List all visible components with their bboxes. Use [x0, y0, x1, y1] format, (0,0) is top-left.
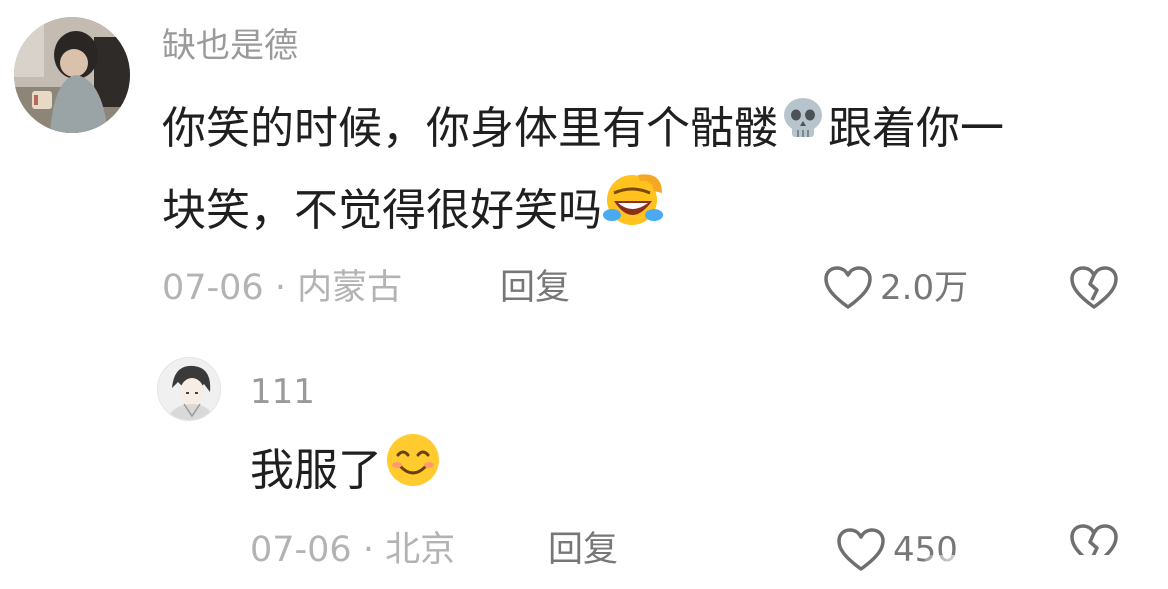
- comment-text-part: 你笑的时候，你身体里有个骷髅: [162, 103, 778, 154]
- rolling-laughing-icon: [602, 171, 666, 249]
- reply-username[interactable]: 111: [250, 372, 315, 412]
- comment-username[interactable]: 缺也是德: [162, 26, 298, 66]
- watermark-overlay: [925, 555, 1165, 585]
- avatar-anime-icon: [158, 358, 220, 420]
- reply-meta: 07-06 · 北京: [250, 530, 455, 570]
- smiling-face-icon: [382, 431, 444, 509]
- comment-meta: 07-06 · 内蒙古: [162, 268, 402, 308]
- comment-location: 内蒙古: [297, 268, 403, 308]
- comment-text-line2: 块笑，不觉得很好笑吗: [162, 174, 666, 252]
- reply-button[interactable]: 回复: [500, 268, 570, 308]
- comment-date: 07-06: [162, 268, 264, 308]
- avatar[interactable]: [14, 17, 130, 133]
- reply-date: 07-06: [250, 530, 352, 570]
- reply-reply-button[interactable]: 回复: [548, 530, 618, 570]
- reply-avatar[interactable]: [157, 357, 221, 421]
- skull-icon: [778, 93, 828, 163]
- comment-text-part: 块笑，不觉得很好笑吗: [162, 185, 602, 236]
- comment-thread: 缺也是德 你笑的时候，你身体里有个骷髅 跟着你一 块笑，不觉得很好笑吗 07-0…: [0, 0, 1168, 589]
- heart-icon: [824, 266, 872, 309]
- reply-text-part: 我服了: [250, 445, 382, 496]
- comment-text-part: 跟着你一: [828, 103, 1004, 154]
- avatar-photo-icon: [14, 17, 130, 133]
- broken-heart-icon: [1070, 266, 1118, 309]
- reply-location: 北京: [385, 530, 456, 570]
- comment-text-line1: 你笑的时候，你身体里有个骷髅 跟着你一: [162, 95, 1004, 166]
- meta-separator: ·: [274, 268, 286, 308]
- heart-icon: [837, 528, 885, 571]
- like-count: 2.0万: [880, 268, 969, 308]
- dislike-button[interactable]: [1068, 264, 1120, 316]
- meta-separator: ·: [362, 530, 374, 570]
- like-button[interactable]: 2.0万: [822, 264, 968, 312]
- reply-text: 我服了: [250, 434, 444, 512]
